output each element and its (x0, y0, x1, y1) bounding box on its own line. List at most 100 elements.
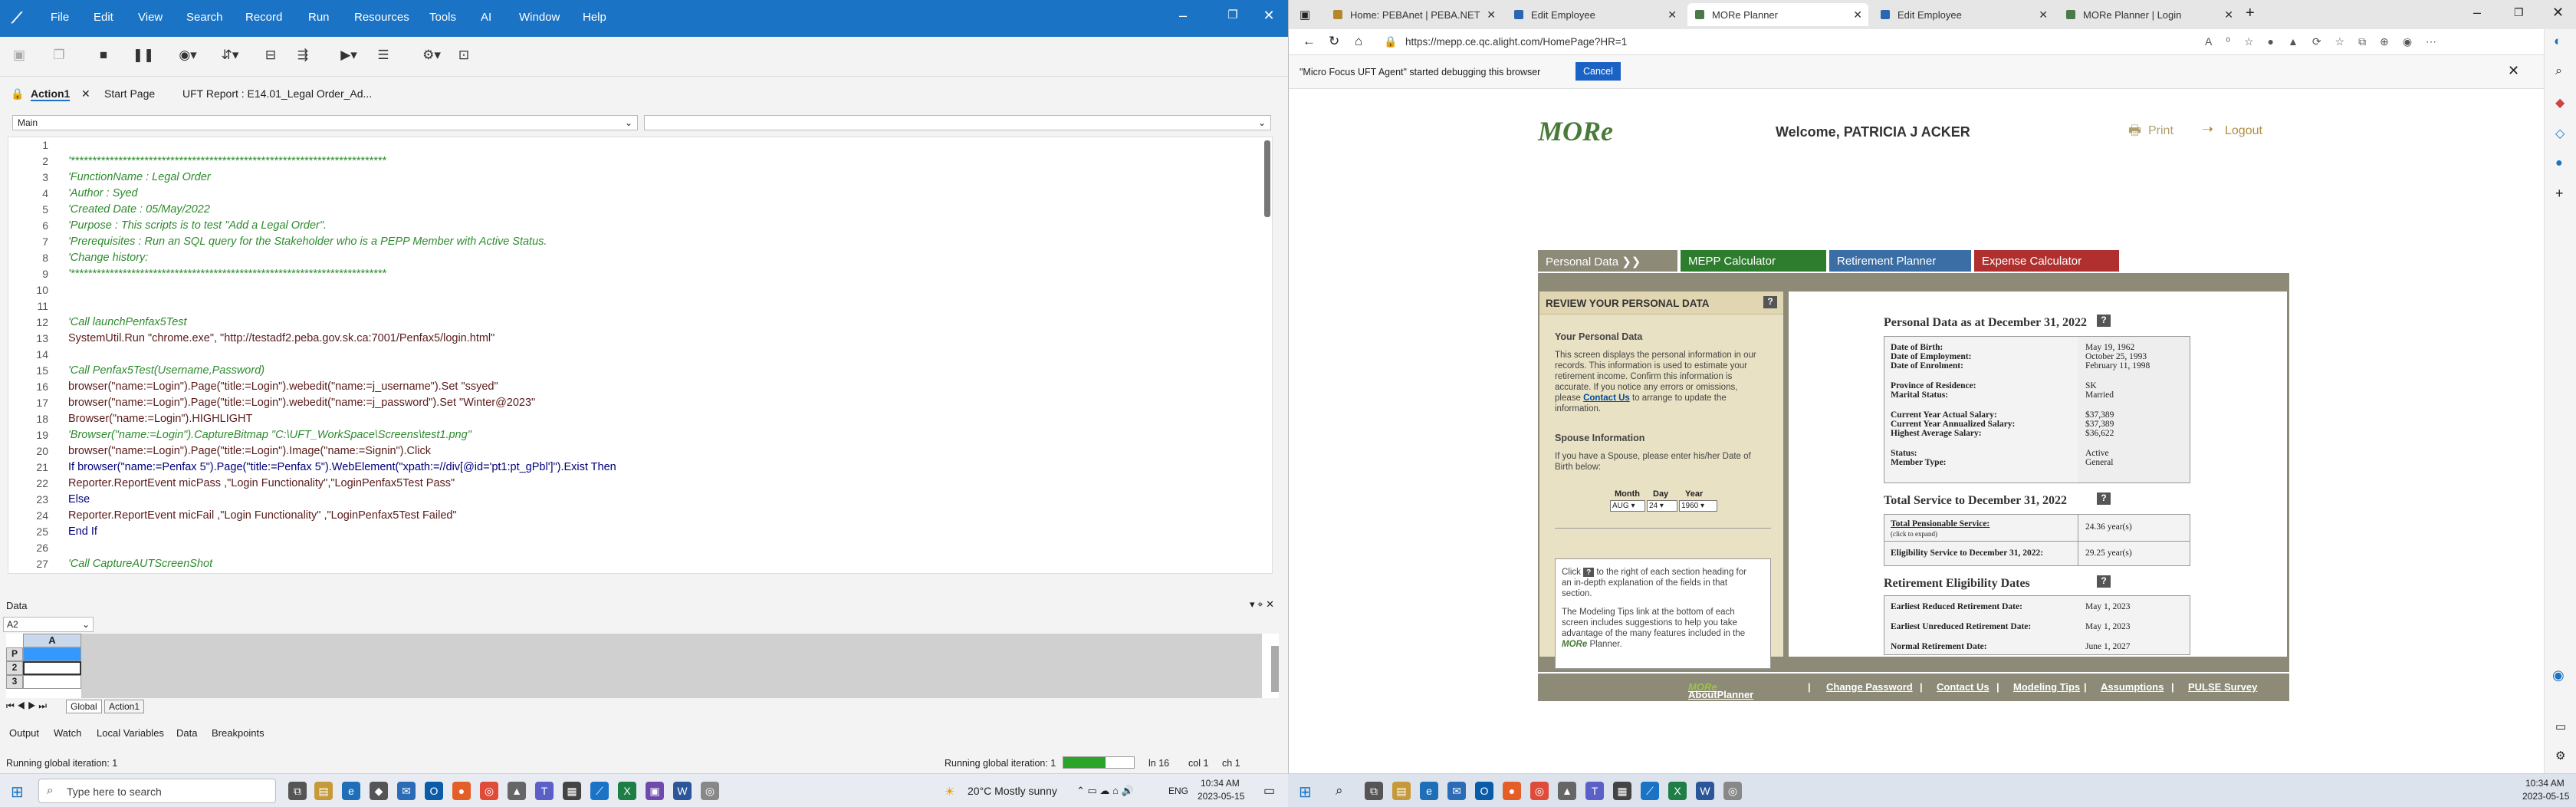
file-explorer-icon[interactable]: ▤ (1392, 782, 1411, 800)
search-icon[interactable]: ⌕ (2555, 64, 2562, 78)
code-line[interactable]: If browser("name:=Penfax 5").Page("title… (68, 461, 616, 473)
footer-about-link[interactable]: About the MORe Planner (1688, 681, 1753, 712)
excel-icon[interactable]: X (1668, 782, 1687, 800)
tab-start-page[interactable]: Start Page (104, 87, 155, 100)
debug-icon[interactable]: ⊟ (259, 48, 282, 63)
menu-run[interactable]: Run (308, 11, 330, 24)
toolbar-icons[interactable]: A⁰☆●▲⟳☆⧉⊕◉⋯ (2205, 35, 2450, 48)
firefox-icon[interactable]: ● (1503, 782, 1521, 800)
app-icon[interactable]: ▲ (1558, 782, 1576, 800)
close-icon[interactable]: ✕ (2039, 8, 2048, 21)
minimize-icon[interactable]: – (2473, 5, 2481, 21)
uft-taskbar-icon[interactable]: ⟋ (590, 782, 609, 800)
spy-icon[interactable]: ⇶ (291, 48, 314, 63)
editor-scrollbar[interactable] (1264, 140, 1270, 217)
code-line[interactable]: Reporter.ReportEvent micPass ,"Login Fun… (68, 477, 455, 489)
code-line[interactable]: 'Call launchPenfax5Test (68, 316, 187, 328)
menu-resources[interactable]: Resources (354, 11, 409, 24)
sheet-tab-global[interactable]: Global (66, 700, 102, 713)
url-field[interactable]: https://mepp.ce.qc.alight.com/HomePage?H… (1405, 36, 1627, 48)
code-line[interactable]: browser("name:=Login").Page("title:=Logi… (68, 445, 431, 457)
panel-pin-icon[interactable]: ▾ ⌖ ✕ (1250, 598, 1274, 611)
print-link[interactable]: Print (2148, 124, 2174, 138)
capture-icon[interactable]: ⊡ (452, 48, 475, 63)
help-icon[interactable]: ? (2097, 492, 2111, 505)
browser-tab[interactable]: MORe Planner | Login ✕ (2058, 3, 2239, 26)
browser-tab[interactable]: Edit Employee ✕ (1506, 3, 1683, 26)
menu-file[interactable]: File (51, 11, 69, 24)
store-icon[interactable]: ◆ (370, 782, 388, 800)
code-line[interactable]: 'Call CaptureAUTScreenShot (68, 558, 212, 570)
day-select[interactable]: 24 ▾ (1647, 500, 1677, 512)
task-view-icon[interactable]: ⧉ (288, 782, 307, 800)
edge-icon[interactable]: e (1420, 782, 1438, 800)
code-line[interactable]: browser("name:=Login").Page("title:=Logi… (68, 397, 535, 409)
chrome2-icon[interactable]: ◎ (701, 782, 719, 800)
weather-text[interactable]: 20°C Mostly sunny (968, 785, 1057, 797)
menu-edit[interactable]: Edit (94, 11, 113, 24)
tab-uft-report[interactable]: UFT Report : E14.01_Legal Order_Ad... (182, 87, 372, 100)
save-icon[interactable]: ▣ (8, 48, 31, 63)
uft-taskbar-icon[interactable]: ⟋ (1641, 782, 1659, 800)
close-icon[interactable]: ✕ (1668, 8, 1677, 21)
bing-icon[interactable]: ◐ (2554, 34, 2561, 49)
close-icon[interactable]: ✕ (1853, 8, 1862, 21)
ts-label-pensionable[interactable]: Total Pensionable Service: (1891, 519, 1990, 529)
feedback-icon[interactable]: ◉ (2552, 667, 2564, 683)
taskbar-search-input[interactable]: ⌕ Type here to search (38, 779, 276, 803)
office-icon[interactable]: ● (2555, 156, 2563, 170)
lock-icon[interactable]: 🔒 (1384, 35, 1397, 48)
code-line[interactable]: SystemUtil.Run "chrome.exe", "http://tes… (68, 332, 495, 344)
code-line[interactable]: Else (68, 493, 90, 506)
code-editor[interactable]: 1 2 '*************************************… (8, 137, 1273, 574)
new-tab-button[interactable]: + (2246, 5, 2255, 22)
word-icon[interactable]: W (1696, 782, 1714, 800)
month-select[interactable]: AUG ▾ (1610, 500, 1645, 512)
menu-help[interactable]: Help (583, 11, 606, 24)
menu-view[interactable]: View (138, 11, 163, 24)
tab-actions-icon[interactable]: ▣ (1300, 8, 1310, 21)
close-icon[interactable]: ✕ (1257, 8, 1280, 24)
browser-tab-active[interactable]: MORe Planner ✕ (1687, 3, 1868, 26)
clock-date[interactable]: 2023-05-15 (2522, 791, 2569, 802)
help-icon[interactable]: ? (2097, 315, 2111, 327)
help-icon[interactable]: ? (1763, 296, 1777, 308)
outlook-icon[interactable]: O (1475, 782, 1493, 800)
language-indicator[interactable]: ENG (1168, 786, 1188, 796)
help-icon[interactable]: ? (2097, 575, 2111, 588)
code-line[interactable]: Reporter.ReportEvent micFail ,"Login Fun… (68, 509, 457, 522)
back-icon[interactable]: ← (1303, 34, 1316, 49)
clock-time[interactable]: 10:34 AM (1201, 778, 1240, 789)
main-combo[interactable]: Main ⌄ (12, 115, 638, 130)
close-icon[interactable]: ✕ (2552, 5, 2564, 21)
home-icon[interactable]: ⌂ (1355, 34, 1362, 49)
teams-icon[interactable]: T (535, 782, 554, 800)
run-icon[interactable]: ▶▾ (337, 48, 360, 63)
mail-icon[interactable]: ✉ (397, 782, 416, 800)
close-icon[interactable]: ✕ (2224, 8, 2233, 21)
chrome-icon[interactable]: ◎ (480, 782, 498, 800)
code-line[interactable]: 'Prerequisites : Run an SQL query for th… (68, 236, 547, 248)
restore-icon[interactable]: ❐ (1221, 8, 1244, 21)
sidebar-toggle-icon[interactable]: ▭ (2555, 720, 2566, 733)
shopping-icon[interactable]: ◆ (2555, 95, 2564, 110)
teams-icon[interactable]: T (1585, 782, 1604, 800)
menu-record[interactable]: Record (245, 11, 282, 24)
cancel-debug-button[interactable]: Cancel (1576, 62, 1621, 81)
nav-mepp-calculator[interactable]: MEPP Calculator (1681, 250, 1826, 272)
restore-icon[interactable]: ❐ (2514, 6, 2524, 19)
code-line[interactable]: '***************************************… (68, 268, 386, 280)
settings-icon[interactable]: ⚙ (2555, 749, 2565, 763)
record-icon[interactable]: ◉▾ (176, 48, 199, 63)
menu-search[interactable]: Search (186, 11, 223, 24)
contact-us-link[interactable]: Contact Us (1583, 394, 1630, 403)
nav-retirement-planner[interactable]: Retirement Planner (1829, 250, 1971, 272)
nav-expense-calculator[interactable]: Expense Calculator (1974, 250, 2119, 272)
list-icon[interactable]: ☰ (372, 48, 395, 63)
chrome2-icon[interactable]: ◎ (1723, 782, 1742, 800)
grid-scrollbar[interactable] (1271, 646, 1279, 692)
calculator-icon[interactable]: ▦ (563, 782, 581, 800)
tab-output[interactable]: Output (9, 727, 39, 739)
refresh-icon[interactable]: ↻ (1329, 34, 1339, 49)
code-line[interactable]: Browser("name:=Login").HIGHLIGHT (68, 413, 252, 425)
